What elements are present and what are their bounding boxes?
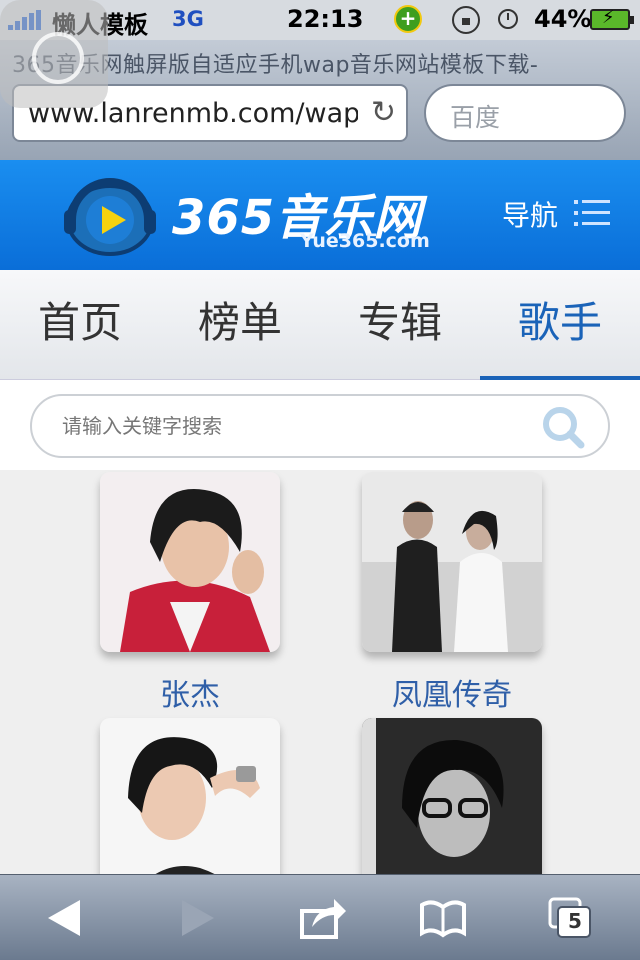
singer-card[interactable]: 张杰	[100, 472, 280, 714]
singer-photo[interactable]	[100, 718, 280, 874]
share-icon[interactable]	[298, 895, 348, 941]
rotation-lock-icon	[452, 6, 480, 34]
search-box	[30, 394, 610, 458]
back-icon[interactable]	[42, 895, 92, 941]
category-tabs: 首页 榜单 专辑 歌手	[0, 270, 640, 380]
singer-card[interactable]: 凤凰传奇	[362, 472, 542, 714]
logo-domain: Yue365.com	[300, 230, 430, 252]
tabs-icon[interactable]: 5	[546, 895, 596, 941]
browser-search-placeholder: 百度	[450, 103, 501, 132]
search-icon[interactable]	[540, 404, 586, 450]
tab-singers[interactable]: 歌手	[480, 270, 640, 380]
logo-icon	[64, 178, 156, 256]
singer-grid: 张杰 凤凰传奇	[0, 470, 640, 874]
bookmarks-icon[interactable]	[418, 895, 468, 941]
search-section	[0, 380, 640, 470]
singer-photo[interactable]	[362, 718, 542, 874]
battery-icon: ⚡	[590, 7, 634, 30]
singer-photo[interactable]	[362, 472, 542, 652]
tabs-count: 5	[568, 909, 582, 933]
nav-menu-label[interactable]: 导航	[502, 194, 558, 234]
singer-photo[interactable]	[100, 472, 280, 652]
app-notification-icon: +	[394, 5, 422, 33]
singer-name[interactable]: 张杰	[100, 670, 280, 714]
singer-card[interactable]	[362, 718, 542, 874]
browser-search-field[interactable]: 百度	[424, 84, 626, 142]
tab-albums[interactable]: 专辑	[320, 270, 480, 380]
menu-icon[interactable]	[574, 198, 610, 228]
search-input[interactable]	[62, 408, 532, 444]
network-type: 3G	[172, 7, 204, 31]
site-header: 365音乐网 Yue365.com 导航	[0, 160, 640, 270]
battery-percent: 44%	[534, 5, 592, 33]
tab-home[interactable]: 首页	[0, 270, 160, 380]
alarm-icon	[498, 9, 518, 29]
forward-icon[interactable]	[170, 895, 220, 941]
reload-icon[interactable]: ↻	[371, 96, 396, 130]
tab-charts[interactable]: 榜单	[160, 270, 320, 380]
singer-name[interactable]: 凤凰传奇	[362, 670, 542, 714]
singer-card[interactable]	[100, 718, 280, 874]
clock: 22:13	[287, 5, 364, 33]
browser-bottom-toolbar: 5	[0, 874, 640, 960]
assistive-touch-button[interactable]	[0, 0, 108, 108]
